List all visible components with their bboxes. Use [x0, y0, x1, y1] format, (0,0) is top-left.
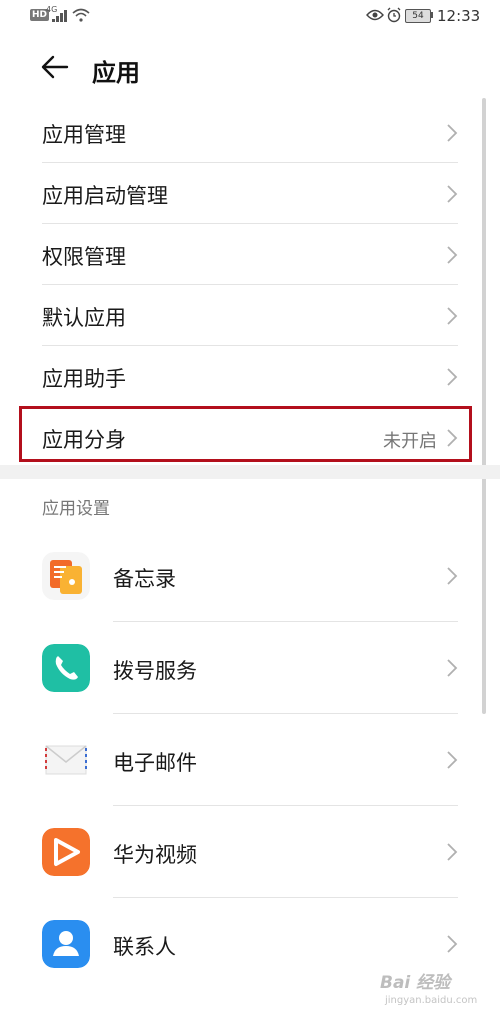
email-icon: [42, 736, 90, 784]
chevron-right-icon: [447, 935, 458, 953]
eye-icon: [366, 9, 384, 21]
menu-item-permission-management[interactable]: 权限管理: [0, 224, 500, 285]
app-item-email[interactable]: 电子邮件: [0, 714, 500, 806]
chevron-right-icon: [447, 843, 458, 861]
alarm-icon: [387, 7, 401, 23]
video-icon: [42, 828, 90, 876]
watermark: Bai 经验: [380, 973, 451, 993]
battery-icon: 54: [405, 9, 431, 23]
back-arrow-icon[interactable]: [40, 52, 70, 82]
app-item-dialer[interactable]: 拨号服务: [0, 622, 500, 714]
memo-icon: [42, 552, 90, 600]
battery-cap: [431, 12, 433, 18]
app-item-huawei-video[interactable]: 华为视频: [0, 806, 500, 898]
app-settings-list: 备忘录 拨号服务 电子邮件 华为视频 联系人: [0, 530, 500, 990]
section-separator: [0, 465, 500, 479]
app-label: 华为视频: [113, 843, 197, 867]
app-label: 联系人: [113, 935, 176, 959]
menu-item-label: 默认应用: [42, 306, 126, 330]
page-title: 应用: [92, 59, 140, 87]
menu-item-label: 应用启动管理: [42, 184, 168, 208]
signal-icon: [52, 10, 67, 22]
chevron-right-icon: [447, 567, 458, 585]
menu-item-label: 权限管理: [42, 245, 126, 269]
contacts-icon: [42, 920, 90, 968]
chevron-right-icon: [447, 659, 458, 677]
clock: 12:33: [437, 7, 481, 25]
status-bar: HD 4G 54 12:33: [0, 0, 500, 34]
highlight-box: [19, 406, 472, 462]
menu-item-label: 应用助手: [42, 367, 126, 391]
menu-item-app-management[interactable]: 应用管理: [0, 102, 500, 163]
chevron-right-icon: [447, 246, 458, 264]
wifi-icon: [72, 8, 90, 22]
chevron-right-icon: [447, 185, 458, 203]
menu-item-app-assistant[interactable]: 应用助手: [0, 346, 500, 407]
menu-item-label: 应用管理: [42, 123, 126, 147]
chevron-right-icon: [447, 368, 458, 386]
app-label: 电子邮件: [113, 751, 197, 775]
menu-item-startup-management[interactable]: 应用启动管理: [0, 163, 500, 224]
section-title: 应用设置: [42, 499, 110, 519]
chevron-right-icon: [447, 751, 458, 769]
app-label: 拨号服务: [113, 659, 197, 683]
app-item-memo[interactable]: 备忘录: [0, 530, 500, 622]
phone-icon: [42, 644, 90, 692]
watermark-url: jingyan.baidu.com: [385, 995, 478, 1006]
app-label: 备忘录: [113, 567, 176, 591]
menu-item-default-apps[interactable]: 默认应用: [0, 285, 500, 346]
chevron-right-icon: [447, 124, 458, 142]
chevron-right-icon: [447, 307, 458, 325]
